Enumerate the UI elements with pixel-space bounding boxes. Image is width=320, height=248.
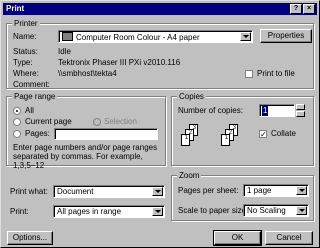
all-radio[interactable] [13, 107, 21, 115]
type-value: Tektronix Phaser III PXi v2010.116 [58, 58, 181, 67]
print-what-value: Document [57, 187, 94, 196]
pages-label: Pages: [25, 129, 50, 138]
scale-label: Scale to paper size: [178, 206, 249, 215]
print-value: All pages in range [57, 207, 122, 216]
chevron-down-icon[interactable] [240, 32, 251, 41]
copies-spinner[interactable] [296, 104, 305, 117]
print-what-select[interactable]: Document [53, 185, 165, 198]
pages-per-sheet-value: 1 page [247, 186, 272, 195]
window-title: Print [6, 4, 25, 13]
print-to-file-checkbox[interactable] [245, 70, 253, 78]
options-button[interactable]: Options... [7, 231, 53, 245]
printer-name-select[interactable]: Computer Room Colour - A4 paper [58, 30, 253, 43]
all-label: All [25, 106, 34, 115]
ok-button[interactable]: OK [213, 230, 262, 246]
chevron-down-icon[interactable] [152, 187, 163, 196]
pages-per-sheet-label: Pages per sheet: [178, 186, 239, 195]
scale-select[interactable]: No Scaling [243, 204, 309, 217]
collate-illustration: 3 2 1 3 2 1 [179, 124, 249, 158]
pages-input[interactable] [54, 128, 158, 140]
copies-group-label: Copies [177, 92, 206, 101]
scale-value: No Scaling [247, 206, 286, 215]
chevron-down-icon[interactable] [296, 206, 307, 215]
print-what-label: Print what: [10, 187, 48, 196]
print-select[interactable]: All pages in range [53, 205, 165, 218]
title-bar: Print ? × [3, 3, 317, 15]
where-value: \\smbhost\tekta4 [58, 69, 117, 78]
status-label: Status: [13, 47, 38, 56]
copies-value: 1 [262, 106, 269, 116]
print-label: Print: [10, 207, 29, 216]
printer-icon [62, 32, 73, 41]
spin-down-icon[interactable] [296, 111, 305, 117]
copies-input[interactable]: 1 [259, 104, 295, 117]
number-of-copies-label: Number of copies: [178, 106, 243, 115]
close-button[interactable]: × [303, 4, 315, 14]
pages-radio[interactable] [13, 130, 21, 138]
printer-name-label: Name: [13, 32, 37, 41]
print-dialog: Print ? × Printer Name: Computer Room Co… [0, 0, 320, 248]
help-button[interactable]: ? [290, 4, 302, 14]
printer-name-value: Computer Room Colour - A4 paper [62, 32, 200, 43]
where-label: Where: [13, 69, 39, 78]
comment-label: Comment: [13, 80, 50, 89]
current-page-label: Current page [25, 117, 72, 126]
chevron-down-icon[interactable] [296, 186, 307, 195]
page-range-hint: Enter page numbers and/or page ranges se… [13, 143, 158, 170]
chevron-down-icon[interactable] [152, 207, 163, 216]
zoom-group-label: Zoom [177, 171, 202, 180]
current-page-radio[interactable] [13, 118, 21, 126]
page-range-label: Page range [12, 92, 58, 101]
collate-checkbox[interactable]: ✓ [259, 130, 267, 139]
spin-up-icon[interactable] [296, 104, 305, 110]
status-value: Idle [58, 47, 71, 56]
printer-group-label: Printer [12, 19, 40, 28]
selection-radio [93, 118, 101, 126]
type-label: Type: [13, 58, 33, 67]
cancel-button[interactable]: Cancel [265, 231, 313, 245]
collate-label: Collate [271, 129, 296, 138]
selection-label: Selection [104, 117, 137, 126]
pages-per-sheet-select[interactable]: 1 page [243, 184, 309, 197]
print-to-file-label: Print to file [257, 69, 295, 78]
properties-button[interactable]: Properties [260, 29, 312, 43]
